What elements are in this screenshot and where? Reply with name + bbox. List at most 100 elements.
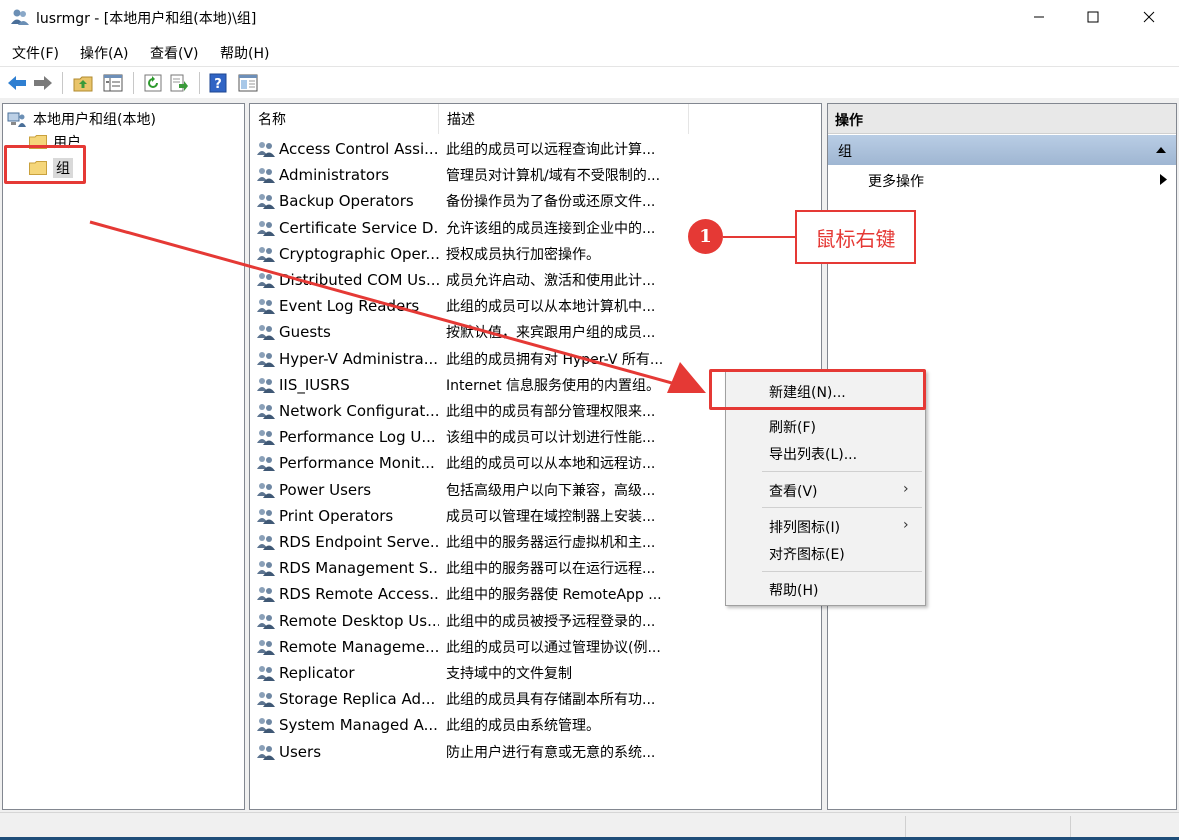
group-icon (256, 638, 276, 656)
export-list-icon[interactable] (168, 72, 190, 94)
group-description: 此组中的服务器可以在运行远程... (446, 561, 656, 578)
minimize-button[interactable] (1016, 0, 1062, 34)
callout-label: 鼠标右键 (795, 210, 916, 264)
table-row[interactable]: Cryptographic Oper... 授权成员执行加密操作。 (250, 241, 820, 267)
up-folder-icon[interactable] (72, 72, 94, 94)
maximize-button[interactable] (1070, 0, 1116, 34)
group-description: 此组的成员可以从本地和远程访... (446, 456, 656, 473)
table-row[interactable]: Access Control Assi... 此组的成员可以远程查询此计算... (250, 136, 820, 162)
callout-connector (723, 236, 796, 238)
refresh-icon[interactable] (142, 72, 164, 94)
column-header-name[interactable]: 名称 (250, 104, 439, 134)
status-bar (0, 812, 1179, 840)
group-name: Remote Desktop Us... (279, 611, 439, 630)
group-description: 备份操作员为了备份或还原文件... (446, 194, 656, 211)
more-actions-item[interactable]: 更多操作 (868, 171, 924, 191)
table-row[interactable]: Users 防止用户进行有意或无意的系统... (250, 739, 820, 765)
group-icon (256, 664, 276, 682)
menu-view[interactable]: 查看(V) (150, 43, 199, 63)
group-icon (256, 376, 276, 394)
group-name: Performance Monit... (279, 454, 435, 473)
properties-icon[interactable] (237, 72, 259, 94)
group-name: Replicator (279, 664, 355, 682)
group-description: 成员可以管理在域控制器上安装... (446, 508, 656, 525)
group-description: 此组的成员可以远程查询此计算... (446, 142, 656, 158)
group-description: 此组中的成员有部分管理权限来... (446, 404, 656, 420)
menu-help[interactable]: 帮助(H) (220, 43, 269, 63)
table-row[interactable]: System Managed A... 此组的成员由系统管理。 (250, 712, 820, 738)
table-row[interactable]: Guests 按默认值，来宾跟用户组的成员... (250, 319, 820, 345)
close-button[interactable] (1126, 0, 1172, 34)
group-name: Hyper-V Administra... (279, 349, 439, 368)
group-description: 此组中的服务器运行虚拟机和主... (446, 535, 656, 551)
group-description: 包括高级用户以向下兼容，高级... (446, 482, 656, 499)
collapse-icon[interactable] (1156, 146, 1166, 153)
tree-pane: 本地用户和组(本地) 用户 组 (2, 103, 245, 810)
group-icon (256, 219, 276, 237)
submenu-arrow-icon: › (903, 517, 909, 533)
table-row[interactable]: Distributed COM Us... 成员允许启动、激活和使用此计... (250, 267, 820, 293)
group-description: 成员允许启动、激活和使用此计... (446, 273, 656, 289)
group-description: 该组中的成员可以计划进行性能... (446, 430, 656, 447)
group-description: 防止用户进行有意或无意的系统... (446, 744, 656, 761)
group-description: 支持域中的文件复制 (446, 666, 572, 682)
group-name: RDS Remote Access... (279, 585, 439, 604)
table-row[interactable]: Replicator 支持域中的文件复制 (250, 660, 820, 686)
show-hide-tree-icon[interactable] (102, 72, 124, 94)
actions-section-groups[interactable]: 组 (828, 135, 1176, 165)
group-name: RDS Endpoint Serve... (279, 533, 439, 551)
step-badge: 1 (688, 219, 723, 254)
forward-icon[interactable] (32, 72, 54, 94)
group-description: 按默认值，来宾跟用户组的成员... (446, 325, 656, 342)
context-item-refresh[interactable]: 刷新(F) (769, 417, 816, 437)
actions-section-label: 组 (838, 144, 852, 160)
table-row[interactable]: Remote Desktop Us... 此组中的成员被授予远程登录的... (250, 608, 820, 634)
back-icon[interactable] (6, 72, 28, 94)
context-item-help[interactable]: 帮助(H) (769, 580, 818, 600)
group-icon (256, 690, 276, 708)
submenu-arrow-icon (1160, 174, 1167, 185)
tree-root[interactable]: 本地用户和组(本地) (7, 109, 156, 129)
group-icon (256, 612, 276, 630)
table-row[interactable]: Remote Manageme... 此组的成员可以通过管理协议(例... (250, 634, 820, 660)
context-item-view[interactable]: 查看(V) (769, 481, 818, 501)
group-name: Distributed COM Us... (279, 271, 439, 289)
table-row[interactable]: Backup Operators 备份操作员为了备份或还原文件... (250, 188, 820, 214)
actions-title: 操作 (828, 104, 1176, 134)
group-icon (256, 454, 276, 472)
context-item-arrange-icons[interactable]: 排列图标(I) (769, 517, 840, 537)
group-icon (256, 245, 276, 263)
toolbar: ? (0, 66, 1179, 98)
group-name: Storage Replica Ad... (279, 690, 436, 709)
table-row[interactable]: Storage Replica Ad... 此组的成员具有存储副本所有功... (250, 686, 820, 712)
column-header-description[interactable]: 描述 (439, 104, 689, 134)
group-name: Certificate Service D... (279, 218, 439, 237)
highlight-groups-node (4, 145, 86, 184)
group-description: 此组的成员具有存储副本所有功... (446, 692, 656, 709)
group-description: 此组的成员由系统管理。 (446, 718, 600, 735)
group-description: 此组中的成员被授予远程登录的... (446, 613, 656, 630)
menu-file[interactable]: 文件(F) (12, 43, 59, 63)
computer-users-icon (7, 112, 26, 127)
group-name: Network Configurat... (279, 402, 439, 420)
table-row[interactable]: Administrators 管理员对计算机/域有不受限制的... (250, 162, 820, 188)
table-row[interactable]: Event Log Readers 此组的成员可以从本地计算机中... (250, 293, 820, 319)
help-icon[interactable]: ? (207, 72, 229, 94)
group-icon (256, 271, 276, 289)
group-icon (256, 585, 276, 603)
group-name: Administrators (279, 166, 390, 185)
group-icon (256, 192, 276, 210)
group-description: Internet 信息服务使用的内置组。 (446, 377, 661, 394)
table-row[interactable]: Hyper-V Administra... 此组的成员拥有对 Hyper-V 所有… (250, 346, 820, 372)
tree-root-label: 本地用户和组(本地) (33, 112, 156, 128)
group-name: System Managed A... (279, 716, 438, 735)
menu-bar: 文件(F) 操作(A) 查看(V) 帮助(H) (0, 38, 1179, 64)
group-icon (256, 428, 276, 446)
group-icon (256, 481, 276, 499)
group-name: Cryptographic Oper... (279, 244, 439, 263)
context-item-align-icons[interactable]: 对齐图标(E) (769, 544, 845, 564)
group-icon (256, 297, 276, 315)
group-description: 此组的成员可以从本地计算机中... (446, 299, 656, 316)
context-item-export[interactable]: 导出列表(L)... (769, 444, 857, 464)
menu-action[interactable]: 操作(A) (80, 43, 129, 63)
